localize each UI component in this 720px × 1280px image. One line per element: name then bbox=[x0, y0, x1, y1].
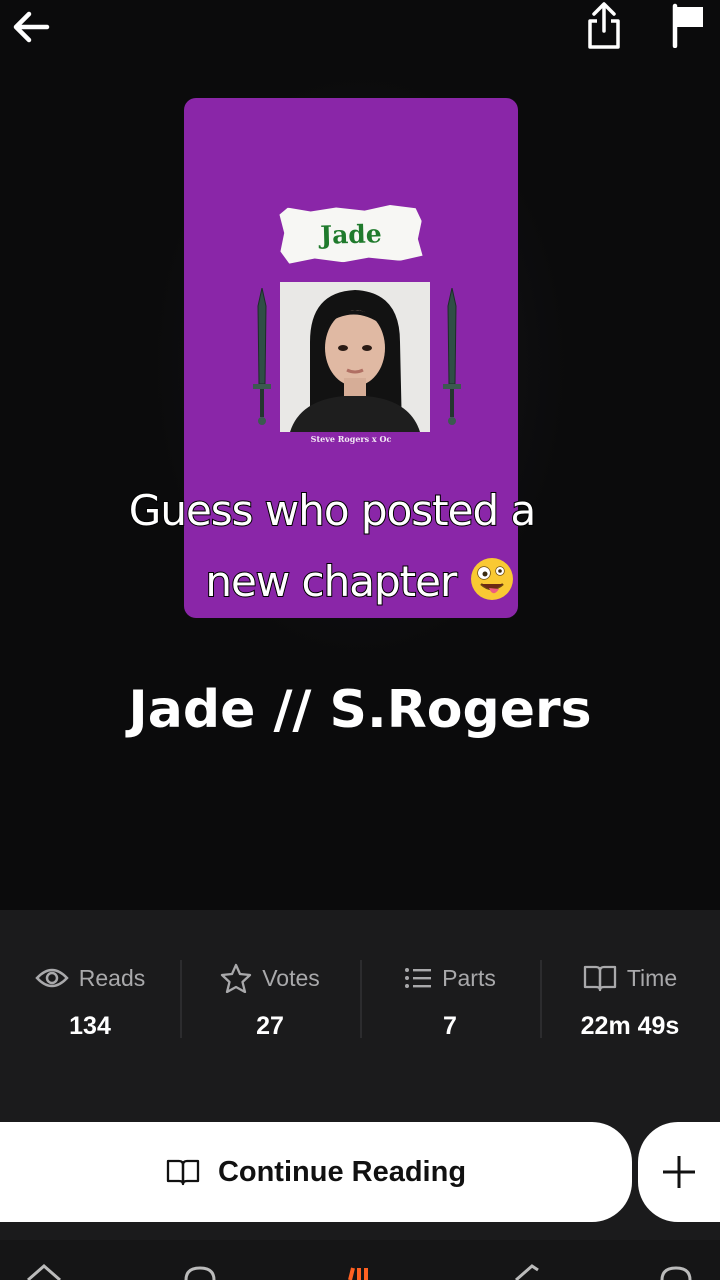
sword-icon bbox=[253, 288, 271, 425]
stats-panel: Reads 134 Votes 27 Parts 7 Time 22m 49s bbox=[0, 910, 720, 1280]
share-icon bbox=[588, 2, 620, 49]
plus-icon bbox=[663, 1156, 695, 1188]
cover-title-banner: Jade bbox=[279, 204, 422, 264]
book-icon bbox=[166, 1159, 200, 1186]
star-icon bbox=[221, 963, 252, 993]
stat-value: 27 bbox=[256, 1012, 284, 1040]
overlay-caption-line2: new chapter bbox=[0, 556, 720, 607]
cover-author-line: Steve Rogers x Oc bbox=[310, 434, 392, 444]
stat-votes: Votes 27 bbox=[180, 958, 360, 1041]
stat-value: 134 bbox=[69, 1012, 111, 1040]
eye-icon bbox=[35, 968, 69, 988]
portrait-image bbox=[280, 282, 430, 432]
bottom-navigation bbox=[0, 1240, 720, 1280]
report-button[interactable] bbox=[666, 0, 710, 50]
story-cover[interactable]: Jade Steve Rogers x Oc bbox=[184, 98, 518, 618]
book-icon bbox=[583, 965, 617, 992]
arrow-left-icon bbox=[13, 11, 50, 43]
stat-label: Time bbox=[626, 964, 678, 991]
stat-reads: Reads 134 bbox=[0, 958, 180, 1041]
overlay-caption-line1: Guess who posted a bbox=[128, 485, 537, 536]
stat-label: Reads bbox=[78, 964, 146, 991]
list-icon bbox=[405, 968, 432, 988]
sword-icon bbox=[443, 288, 461, 425]
continue-reading-button[interactable]: Continue Reading bbox=[0, 1122, 632, 1222]
home-icon[interactable] bbox=[26, 1264, 62, 1280]
story-title: Jade // S.Rogers bbox=[128, 680, 592, 740]
share-button[interactable] bbox=[580, 0, 628, 52]
overlay-caption-text: new chapter bbox=[204, 556, 458, 607]
stat-time: Time 22m 49s bbox=[540, 958, 720, 1041]
add-to-library-button[interactable] bbox=[638, 1122, 720, 1222]
stat-parts: Parts 7 bbox=[360, 958, 540, 1041]
flag-icon bbox=[672, 3, 703, 48]
zany-face-emoji-icon bbox=[470, 558, 513, 600]
library-icon[interactable] bbox=[344, 1264, 380, 1280]
notifications-icon[interactable] bbox=[658, 1264, 694, 1280]
stat-value: 7 bbox=[443, 1012, 457, 1040]
continue-reading-label: Continue Reading bbox=[217, 1155, 467, 1188]
top-bar bbox=[0, 0, 720, 60]
search-icon[interactable] bbox=[182, 1264, 218, 1280]
stat-value: 22m 49s bbox=[580, 1012, 680, 1040]
cover-portrait bbox=[280, 282, 430, 432]
stat-label: Votes bbox=[262, 964, 320, 991]
back-button[interactable] bbox=[6, 2, 56, 52]
write-icon[interactable] bbox=[508, 1264, 544, 1280]
cover-title: Jade bbox=[319, 218, 383, 250]
stat-label: Parts bbox=[442, 964, 496, 991]
